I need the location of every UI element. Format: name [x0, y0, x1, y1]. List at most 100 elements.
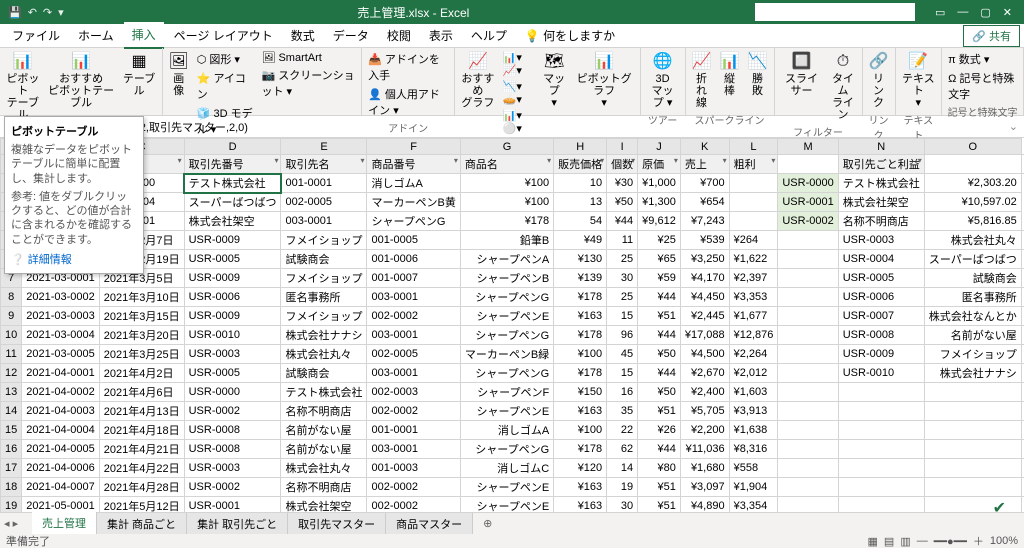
- cell[interactable]: シャープペンB: [460, 269, 553, 288]
- cell[interactable]: [778, 288, 838, 307]
- cell[interactable]: 25: [607, 250, 638, 269]
- cell[interactable]: ¥2,200: [680, 421, 729, 440]
- cell[interactable]: 25: [607, 288, 638, 307]
- cell[interactable]: スーパーばつばつ: [184, 193, 281, 212]
- view-break-icon[interactable]: ▥: [900, 535, 910, 548]
- cell[interactable]: 003-0001: [367, 288, 460, 307]
- cell[interactable]: ¥558: [729, 459, 778, 478]
- cell[interactable]: ¥163: [554, 307, 607, 326]
- cell[interactable]: 名称不明商店: [281, 478, 367, 497]
- cell[interactable]: 002-0003: [367, 383, 460, 402]
- cell[interactable]: ¥130: [554, 250, 607, 269]
- cell[interactable]: ¥100: [460, 193, 553, 212]
- cell[interactable]: USR-0000: [184, 383, 281, 402]
- cell[interactable]: USR-0009: [184, 307, 281, 326]
- grid-table[interactable]: CDEFGHIJKLMNO1月10日取引先番号取引先名商品番号商品名販売価格個数…: [0, 138, 1024, 522]
- cell[interactable]: 002-0002: [367, 478, 460, 497]
- cell[interactable]: ¥3,913: [729, 402, 778, 421]
- menu-tab-3[interactable]: ページ レイアウト: [166, 23, 281, 48]
- cell[interactable]: ¥44: [638, 288, 681, 307]
- cell[interactable]: 2021-04-0006: [22, 459, 100, 478]
- ribbon-btn-1-0[interactable]: 🖼画像: [167, 50, 191, 99]
- cell[interactable]: ¥2,670: [680, 364, 729, 383]
- cell[interactable]: シャープペンG: [460, 288, 553, 307]
- cell[interactable]: [778, 307, 838, 326]
- cell[interactable]: 株式会社ナナシ: [924, 364, 1021, 383]
- ribbon-stack[interactable]: 🖼 SmartArt: [259, 50, 357, 65]
- cell[interactable]: ¥65: [638, 250, 681, 269]
- ribbon-btn-5-0[interactable]: 📈折れ線: [690, 50, 714, 111]
- add-sheet-button[interactable]: ⊕: [473, 514, 502, 533]
- ribbon-btn-0-0[interactable]: 📊ピボットテーブル: [4, 50, 42, 123]
- cell[interactable]: テスト株式会社: [838, 174, 924, 193]
- cell[interactable]: 45: [607, 345, 638, 364]
- cell[interactable]: 2021年3月10日: [99, 288, 184, 307]
- cell[interactable]: ¥5,705: [680, 402, 729, 421]
- cell[interactable]: 消しゴムA: [460, 421, 553, 440]
- cell[interactable]: 22: [607, 421, 638, 440]
- cell[interactable]: 2021-03-0004: [22, 326, 100, 345]
- cell[interactable]: テスト株式会社: [281, 383, 367, 402]
- cell[interactable]: ¥8,316: [729, 440, 778, 459]
- row-header[interactable]: 9: [1, 307, 22, 326]
- menu-tab-7[interactable]: 表示: [421, 23, 461, 48]
- cell[interactable]: ¥44: [638, 364, 681, 383]
- cell[interactable]: 003-0001: [281, 212, 367, 231]
- ribbon-btn-7-0[interactable]: 🔗リンク: [867, 50, 891, 111]
- cell[interactable]: ¥120: [554, 459, 607, 478]
- row-header[interactable]: 12: [1, 364, 22, 383]
- zoom-controls[interactable]: ▦ ▤ ▥ — ━━●━━ ＋ 100%: [868, 533, 1019, 549]
- cell[interactable]: 2021年3月15日: [99, 307, 184, 326]
- col-header-F[interactable]: F: [367, 139, 460, 155]
- ribbon-stack[interactable]: ⬡ 図形 ▾: [195, 50, 256, 68]
- cell[interactable]: ¥26: [638, 421, 681, 440]
- cell[interactable]: 001-0007: [367, 269, 460, 288]
- cell[interactable]: ¥4,170: [680, 269, 729, 288]
- ribbon-btn-4-0[interactable]: 🌐3Dマップ ▾: [645, 50, 681, 111]
- cell[interactable]: テスト株式会社: [184, 174, 281, 193]
- menu-tab-4[interactable]: 数式: [283, 23, 323, 48]
- cell[interactable]: 2021年4月18日: [99, 421, 184, 440]
- sheet-tab-1[interactable]: 集計 商品ごと: [97, 513, 187, 535]
- cell[interactable]: [924, 478, 1021, 497]
- col-header-I[interactable]: I: [607, 139, 638, 155]
- cell[interactable]: USR-0006: [184, 288, 281, 307]
- cell[interactable]: ¥50: [638, 383, 681, 402]
- cell[interactable]: [838, 478, 924, 497]
- ribbon-stack[interactable]: 📥 アドインを入手: [366, 50, 450, 84]
- cell[interactable]: 14: [607, 459, 638, 478]
- ribbon-stack[interactable]: π 数式 ▾: [946, 50, 1019, 68]
- cell[interactable]: ¥163: [554, 478, 607, 497]
- cell[interactable]: 株式会社架空: [838, 193, 924, 212]
- cell[interactable]: 2021年4月22日: [99, 459, 184, 478]
- filter-header[interactable]: [924, 155, 1021, 174]
- cell[interactable]: 62: [607, 440, 638, 459]
- cell[interactable]: 株式会社ナナシ: [281, 326, 367, 345]
- cell[interactable]: ¥7,243: [680, 212, 729, 231]
- cell[interactable]: [729, 174, 778, 193]
- cell[interactable]: ¥700: [680, 174, 729, 193]
- cell[interactable]: [924, 383, 1021, 402]
- cell[interactable]: 002-0002: [367, 402, 460, 421]
- row-header[interactable]: 15: [1, 421, 22, 440]
- filter-header[interactable]: 原価: [638, 155, 681, 174]
- cell[interactable]: USR-0003: [184, 345, 281, 364]
- cell[interactable]: スーパーばつばつ: [924, 250, 1021, 269]
- filter-header[interactable]: 個数: [607, 155, 638, 174]
- menu-tab-6[interactable]: 校閲: [379, 23, 419, 48]
- ribbon-btn-5-2[interactable]: 📉勝敗: [746, 50, 770, 99]
- cell[interactable]: ¥1,603: [729, 383, 778, 402]
- cell[interactable]: ¥10,597.02: [924, 193, 1021, 212]
- cell[interactable]: USR-0010: [184, 326, 281, 345]
- cell[interactable]: 001-0003: [367, 459, 460, 478]
- cell[interactable]: 2021年3月25日: [99, 345, 184, 364]
- tell-me[interactable]: 💡 何をしますか: [517, 23, 623, 48]
- menu-tab-8[interactable]: ヘルプ: [463, 23, 515, 48]
- col-header-O[interactable]: O: [924, 139, 1021, 155]
- cell[interactable]: ¥1,677: [729, 307, 778, 326]
- cell[interactable]: [924, 440, 1021, 459]
- ribbon-stack[interactable]: ⭐ アイコン: [195, 69, 256, 103]
- share-button[interactable]: 🔗 共有: [963, 25, 1020, 47]
- row-header[interactable]: 17: [1, 459, 22, 478]
- cell[interactable]: マーカーペンB緑: [460, 345, 553, 364]
